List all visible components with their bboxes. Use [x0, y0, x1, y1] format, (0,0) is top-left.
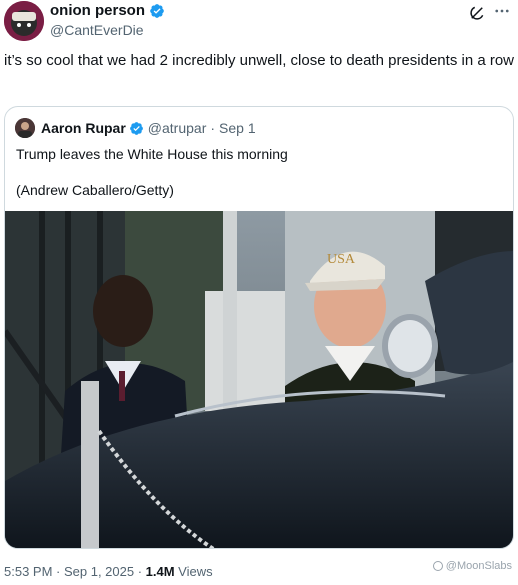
tweet-footer: 5:53 PM · Sep 1, 2025 · 1.4M Views [4, 564, 213, 580]
quoted-photo[interactable]: USA [5, 211, 514, 549]
author-avatar[interactable] [4, 1, 44, 41]
author-name-row[interactable]: onion person [50, 2, 165, 20]
quoted-author-handle: @atrupar [147, 120, 207, 136]
photo-credit: (Andrew Caballero/Getty) [16, 182, 174, 198]
quoted-date: Sep 1 [219, 120, 256, 136]
watermark-text: @MoonSlabs [445, 560, 512, 572]
tweet-text: it’s so cool that we had 2 incredibly un… [4, 52, 515, 69]
quoted-tweet-text: Trump leaves the White House this mornin… [16, 146, 288, 162]
views-count: 1.4M [145, 564, 175, 579]
grok-icon[interactable] [468, 4, 486, 22]
author-handle[interactable]: @CantEverDie [50, 21, 165, 39]
quoted-author-avatar [15, 118, 35, 138]
author-display-name[interactable]: onion person [50, 2, 145, 20]
quoted-tweet-header: Aaron Rupar @atrupar · Sep 1 [15, 117, 256, 139]
quoted-author-name: Aaron Rupar [41, 120, 126, 136]
separator-dot: · [210, 120, 216, 136]
svg-text:USA: USA [327, 252, 356, 267]
watermark-icon [432, 561, 443, 571]
more-options-icon[interactable] [492, 2, 512, 22]
timestamp[interactable]: 5:53 PM · Sep 1, 2025 · [4, 564, 146, 579]
quoted-tweet[interactable]: Aaron Rupar @atrupar · Sep 1 Trump leave… [4, 106, 514, 549]
tweet-header: onion person @CantEverDie [4, 0, 514, 44]
verified-badge-icon [150, 4, 164, 18]
avatar-icon [4, 1, 44, 41]
quoted-verified-badge-icon [129, 121, 143, 135]
quoted-avatar-icon [15, 118, 35, 138]
views-label: Views [174, 564, 213, 579]
watermark: @MoonSlabs [432, 560, 512, 572]
